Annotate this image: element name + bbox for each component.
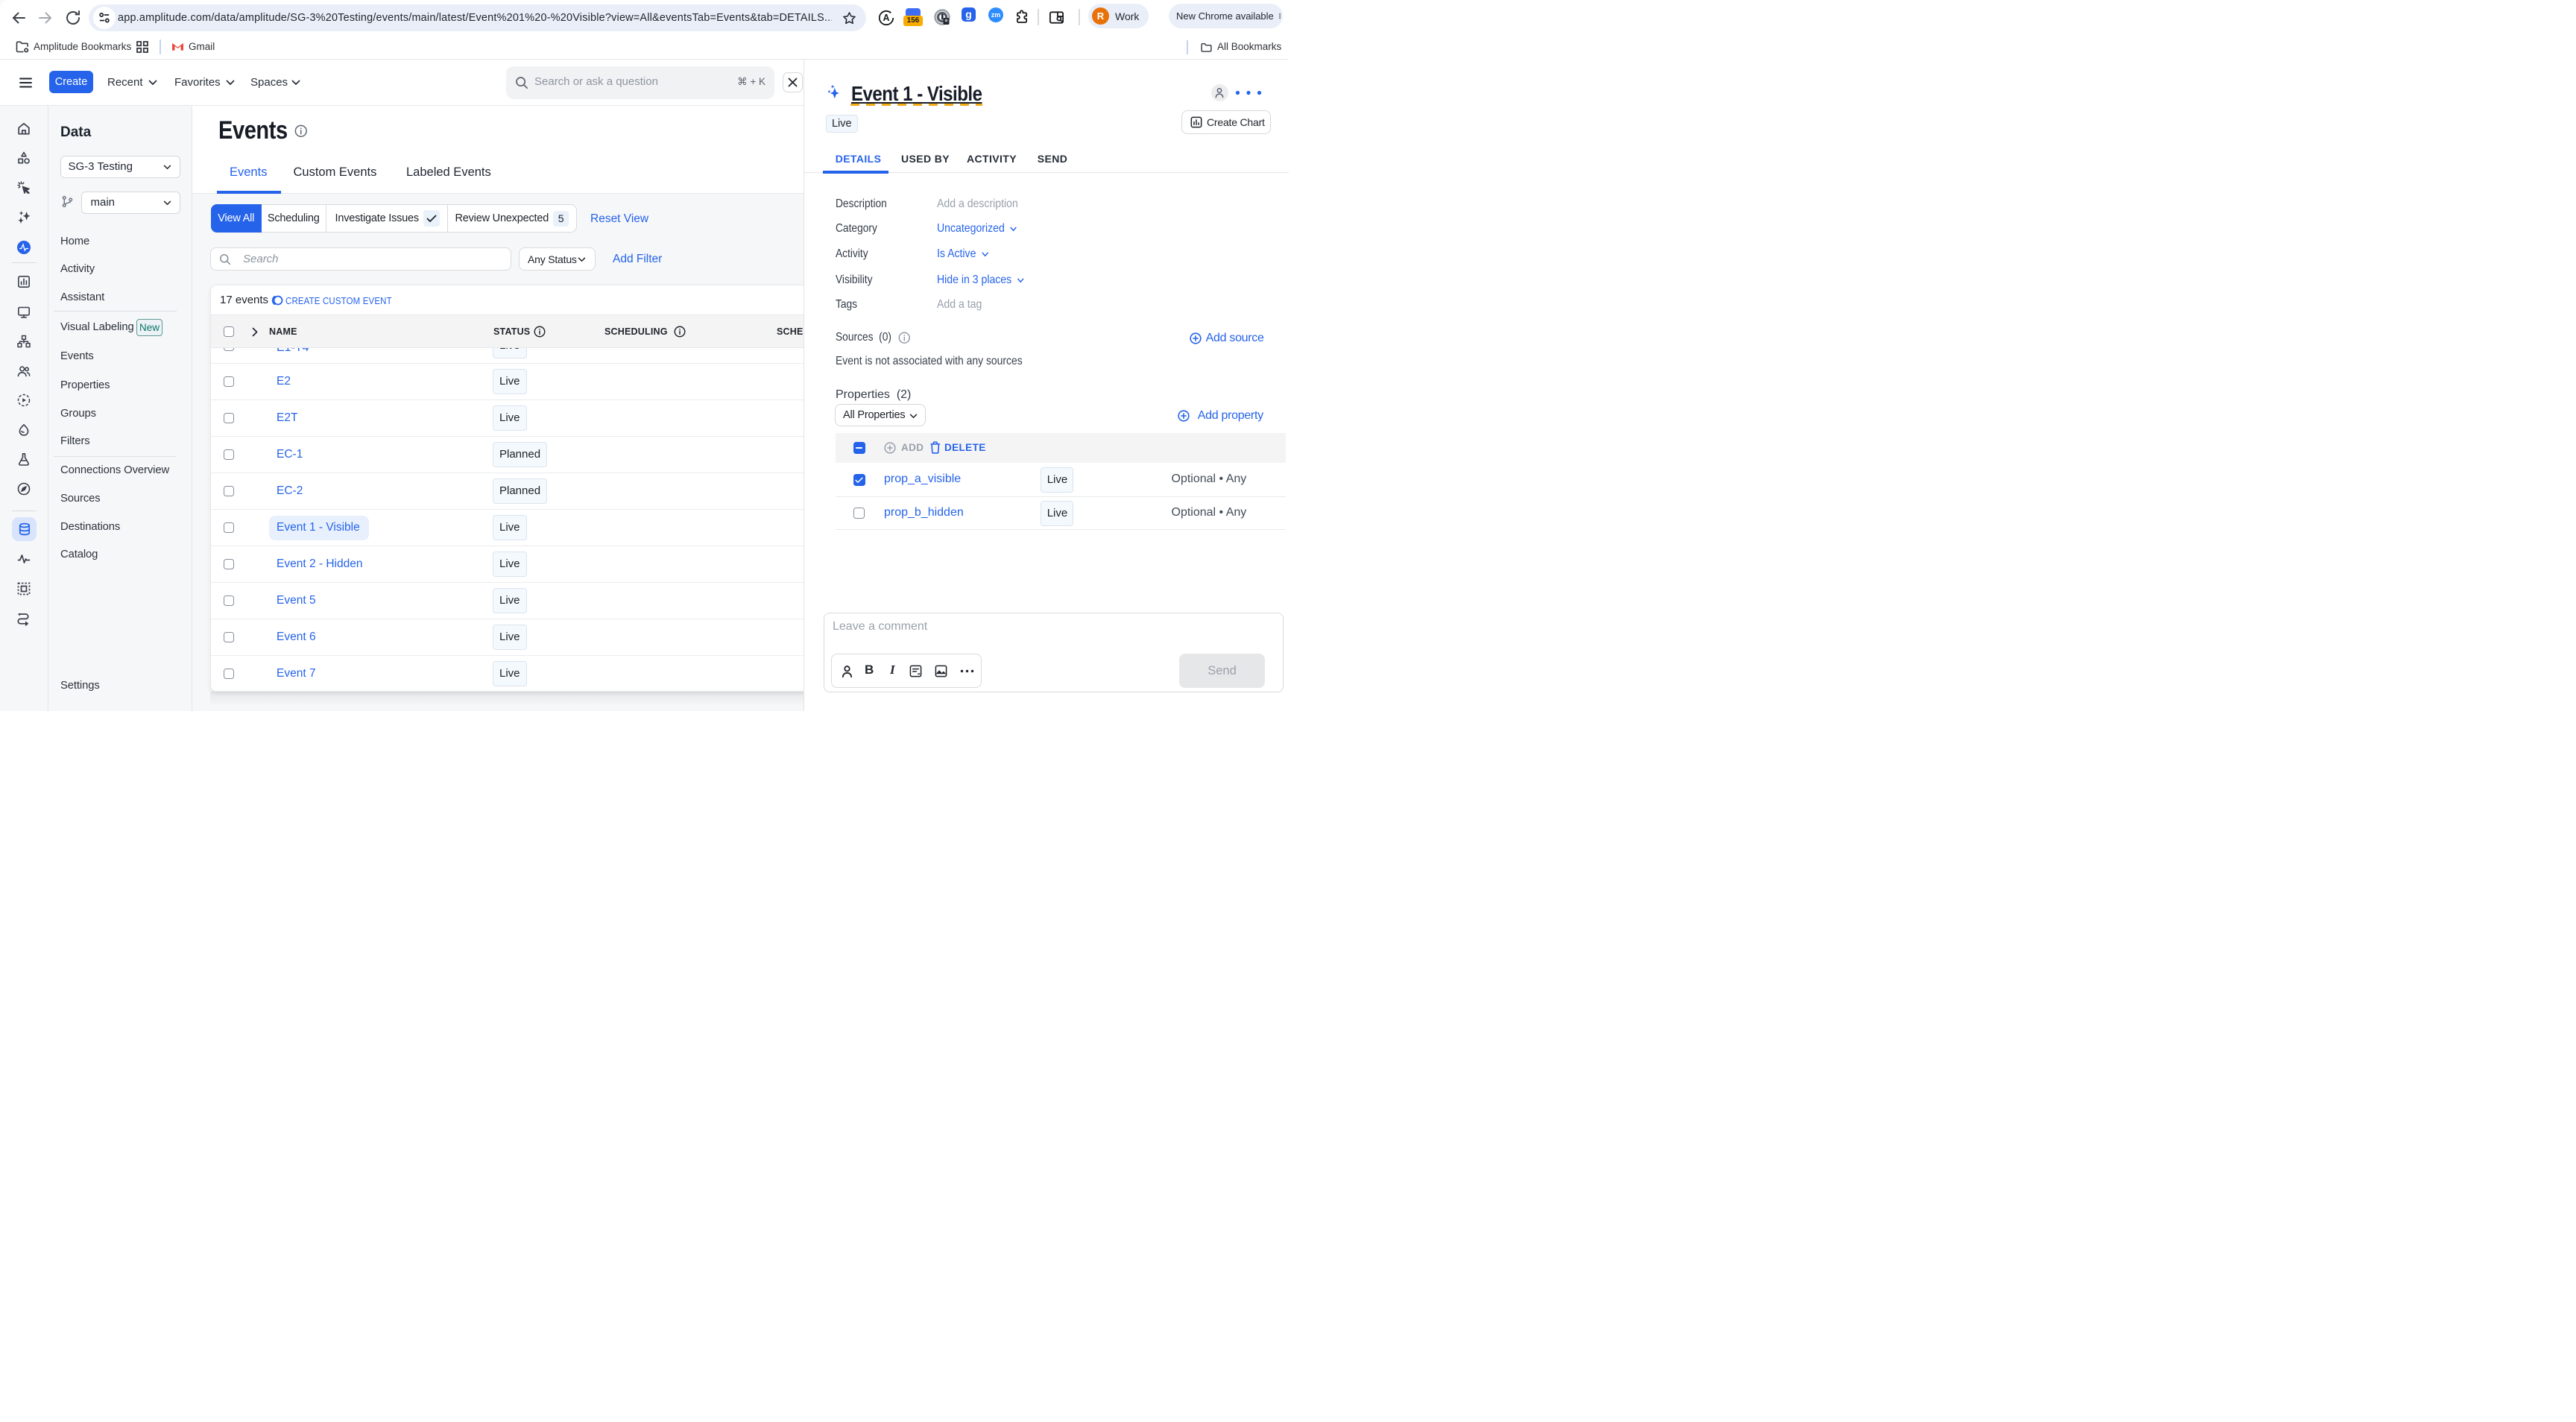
svg-text:A: A: [883, 13, 889, 23]
